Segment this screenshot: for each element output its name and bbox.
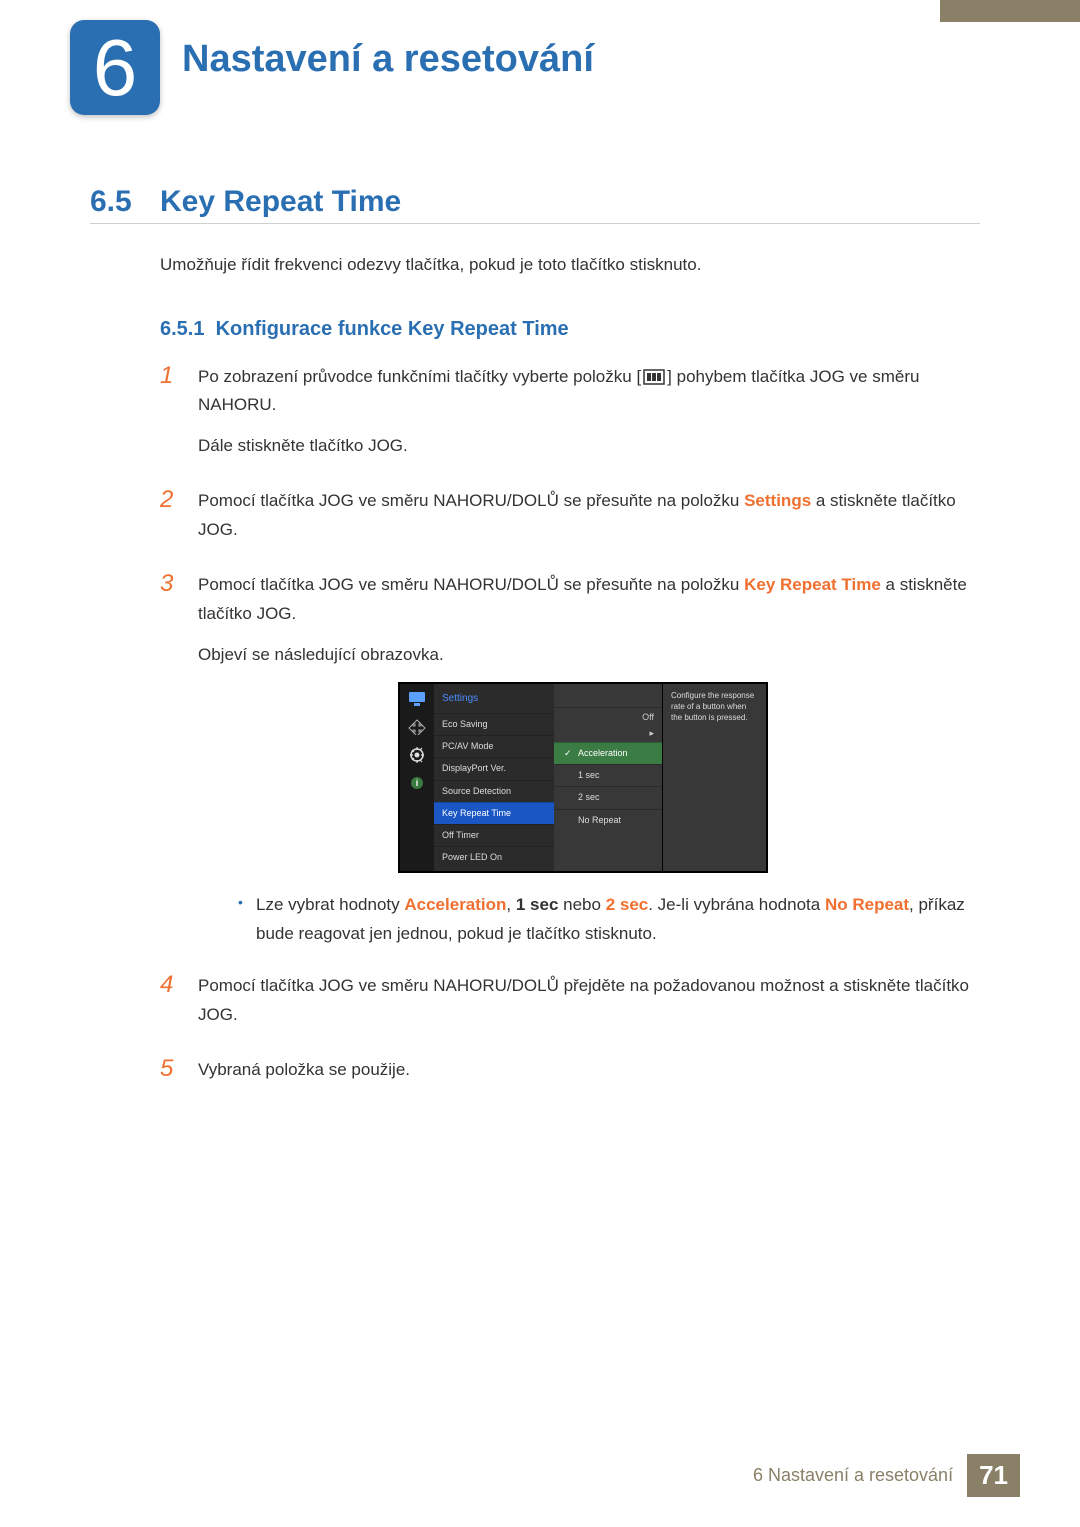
svg-text:i: i xyxy=(416,778,419,788)
step-2-text-a: Pomocí tlačítka JOG ve směru NAHORU/DOLŮ… xyxy=(198,491,744,510)
osd-menu-item-selected: Key Repeat Time xyxy=(434,802,554,824)
osd-menu-header: Settings xyxy=(434,686,554,713)
osd-menu-item: Off Timer xyxy=(434,824,554,846)
step-4-text: Pomocí tlačítka JOG ve směru NAHORU/DOLŮ… xyxy=(198,972,980,1030)
footer-chapter-label: 6 Nastavení a resetování xyxy=(753,1465,953,1486)
step-number: 1 xyxy=(160,363,198,474)
section-title: Key Repeat Time xyxy=(160,185,401,219)
position-icon xyxy=(407,718,427,736)
subsection-number: 6.5.1 xyxy=(160,318,204,340)
step-1-text-c: Dále stiskněte tlačítko JOG. xyxy=(198,432,980,461)
step-3-text-c: Objeví se následující obrazovka. xyxy=(198,641,980,670)
step-4: 4 Pomocí tlačítka JOG ve směru NAHORU/DO… xyxy=(160,972,980,1042)
step-body: Pomocí tlačítka JOG ve směru NAHORU/DOLŮ… xyxy=(198,487,980,557)
subsection-title: Konfigurace funkce Key Repeat Time xyxy=(216,318,569,340)
section-number: 6.5 xyxy=(90,185,160,219)
osd-menu-item: PC/AV Mode xyxy=(434,735,554,757)
osd-menu-list: Settings Eco Saving PC/AV Mode DisplayPo… xyxy=(434,684,554,871)
step-number: 3 xyxy=(160,571,198,959)
steps-list: 1 Po zobrazení průvodce funkčními tlačít… xyxy=(160,363,980,1098)
osd-menu-item: DisplayPort Ver. xyxy=(434,757,554,779)
osd-screenshot: i Settings Eco Saving PC/AV Mode Display… xyxy=(398,682,980,873)
bullet-text: Lze vybrat hodnoty Acceleration, 1 sec n… xyxy=(256,891,980,949)
bullet-item: • Lze vybrat hodnoty Acceleration, 1 sec… xyxy=(238,891,980,949)
content-area: 6.5 Key Repeat Time Umožňuje řídit frekv… xyxy=(0,115,1080,1097)
step-2: 2 Pomocí tlačítka JOG ve směru NAHORU/DO… xyxy=(160,487,980,557)
osd-menu-item: Eco Saving xyxy=(434,713,554,735)
settings-icon xyxy=(407,746,427,764)
step-5-text: Vybraná položka se použije. xyxy=(198,1056,980,1085)
osd-submenu-item: 2 sec xyxy=(554,786,662,808)
page-header: 6 Nastavení a resetování xyxy=(0,0,1080,115)
step-body: Vybraná položka se použije. xyxy=(198,1056,980,1097)
info-icon: i xyxy=(407,774,427,792)
osd-sidebar-icons: i xyxy=(400,684,434,871)
chapter-badge: 6 xyxy=(70,20,160,115)
step-3: 3 Pomocí tlačítka JOG ve směru NAHORU/DO… xyxy=(160,571,980,959)
osd-submenu-item: No Repeat xyxy=(554,809,662,831)
osd-menu-item: Power LED On xyxy=(434,846,554,868)
step-number: 4 xyxy=(160,972,198,1042)
osd-submenu-item: 1 sec xyxy=(554,764,662,786)
section-intro: Umožňuje řídit frekvenci odezvy tlačítka… xyxy=(160,252,980,278)
step-3-highlight: Key Repeat Time xyxy=(744,575,881,594)
footer-page-number: 71 xyxy=(967,1454,1020,1497)
step-body: Po zobrazení průvodce funkčními tlačítky… xyxy=(198,363,980,474)
osd-panel: i Settings Eco Saving PC/AV Mode Display… xyxy=(398,682,768,873)
subsection-heading: 6.5.1 Konfigurace funkce Key Repeat Time xyxy=(160,318,980,341)
menu-icon xyxy=(641,368,667,386)
step-number: 2 xyxy=(160,487,198,557)
chapter-title: Nastavení a resetování xyxy=(182,38,594,81)
chapter-number: 6 xyxy=(93,28,138,108)
page-footer: 6 Nastavení a resetování 71 xyxy=(753,1454,1020,1497)
check-icon: ✓ xyxy=(564,746,574,761)
step-3-text-a: Pomocí tlačítka JOG ve směru NAHORU/DOLŮ… xyxy=(198,575,744,594)
step-body: Pomocí tlačítka JOG ve směru NAHORU/DOLŮ… xyxy=(198,571,980,959)
bullet-icon: • xyxy=(238,891,256,949)
osd-value-off: Off xyxy=(642,710,654,725)
step-number: 5 xyxy=(160,1056,198,1097)
section-heading: 6.5 Key Repeat Time xyxy=(90,185,980,224)
step-5: 5 Vybraná položka se použije. xyxy=(160,1056,980,1097)
osd-submenu-item-selected: ✓Acceleration xyxy=(554,742,662,764)
step-1: 1 Po zobrazení průvodce funkčními tlačít… xyxy=(160,363,980,474)
osd-submenu: Off ▸ ✓Acceleration 1 sec 2 sec No Repea… xyxy=(554,684,662,871)
step-2-highlight: Settings xyxy=(744,491,811,510)
monitor-icon xyxy=(407,690,427,708)
osd-arrow-icon: ▸ xyxy=(649,726,654,741)
step-1-text-a: Po zobrazení průvodce funkčními tlačítky… xyxy=(198,367,641,386)
osd-info-panel: Configure the response rate of a button … xyxy=(662,684,766,871)
step-body: Pomocí tlačítka JOG ve směru NAHORU/DOLŮ… xyxy=(198,972,980,1042)
osd-menu-item: Source Detection xyxy=(434,780,554,802)
